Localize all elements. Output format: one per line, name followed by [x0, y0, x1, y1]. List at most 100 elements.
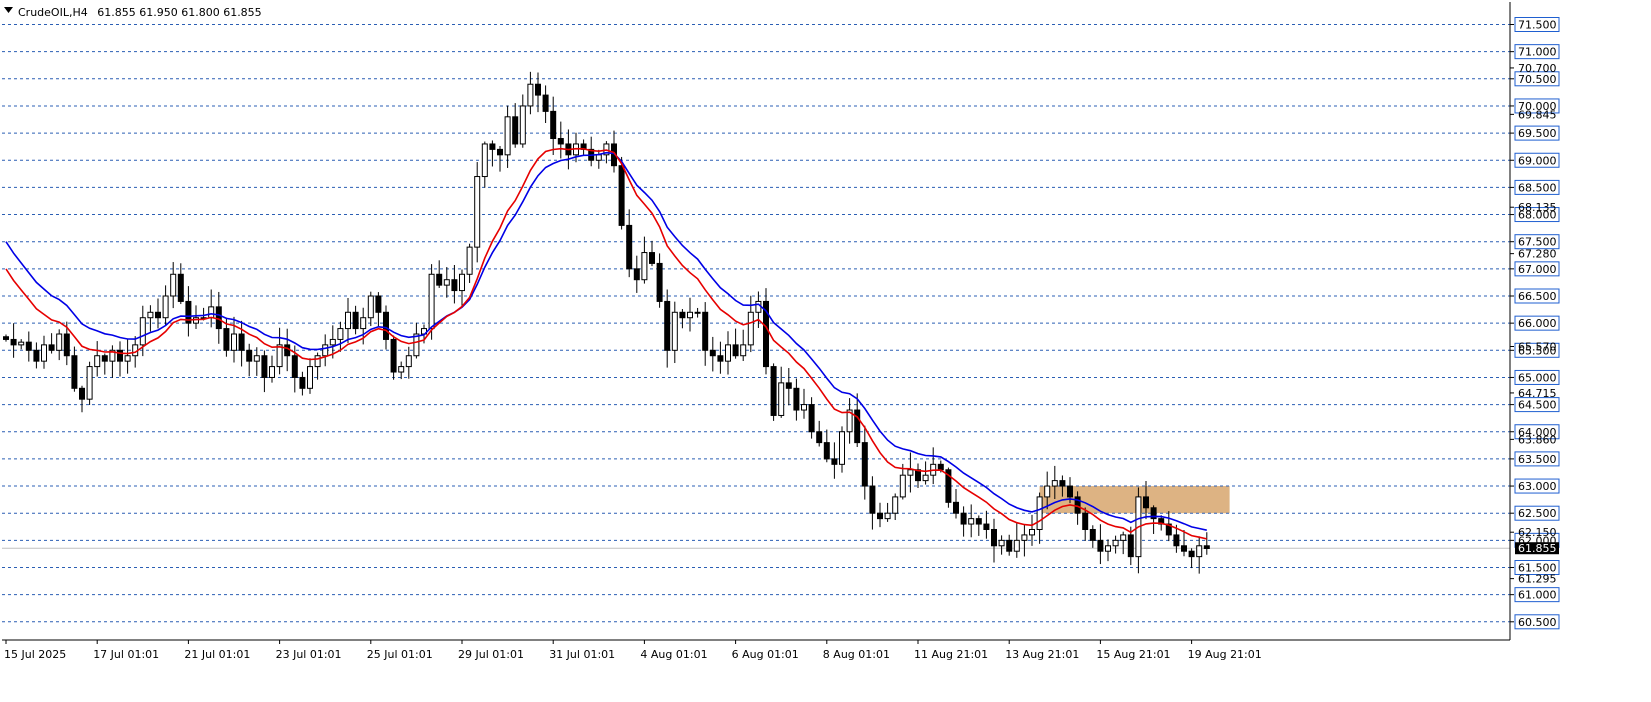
candle-bear	[155, 311, 161, 319]
time-label: 31 Jul 01:01	[549, 648, 615, 661]
candle-bear	[71, 355, 78, 389]
price-label-minor: 63.860	[1518, 433, 1557, 446]
candle-bear	[953, 501, 959, 514]
candle-bear	[284, 344, 291, 357]
price-chart[interactable]: 71.50071.00070.50070.00069.50069.00068.5…	[0, 0, 1651, 702]
candle-bull	[208, 306, 215, 319]
candle-bull	[1105, 545, 1111, 552]
price-label-minor: 68.135	[1518, 201, 1557, 214]
candle-bull	[907, 469, 914, 476]
candle-bear	[215, 306, 222, 330]
candle-bull	[18, 341, 25, 346]
candle-bull	[747, 311, 754, 346]
candle-bull	[329, 338, 336, 346]
time-label: 13 Aug 21:01	[1005, 648, 1079, 661]
candle-bear	[937, 463, 944, 471]
candle-bull	[269, 366, 275, 378]
grid-lines	[2, 24, 1510, 623]
time-label: 11 Aug 21:01	[914, 648, 988, 661]
candle-bear	[25, 341, 32, 351]
candle-bull	[694, 311, 701, 314]
candle-bear	[626, 224, 633, 270]
candle-bull	[755, 300, 762, 313]
candle-bull	[459, 273, 465, 292]
time-label: 25 Jul 01:01	[367, 648, 433, 661]
candle-bear	[960, 512, 967, 525]
ma-fast-line	[5, 147, 1207, 540]
candle-bear	[542, 94, 549, 112]
candle-bull	[276, 344, 283, 368]
candle-bull	[1112, 539, 1119, 547]
candle-bear	[1059, 480, 1066, 487]
candle-bear	[1006, 539, 1013, 552]
candle-bull	[671, 311, 678, 351]
candle-bear	[1181, 545, 1187, 552]
candle-bear	[101, 355, 108, 362]
symbol-menu-icon[interactable]	[4, 7, 13, 13]
candle-bear	[633, 268, 640, 281]
candle-bull	[398, 366, 405, 373]
candle-bear	[1203, 545, 1210, 549]
price-label: 60.500	[1518, 616, 1557, 629]
price-label-minor: 61.295	[1518, 573, 1557, 586]
price-label: 62.500	[1518, 507, 1557, 520]
candle-bull	[519, 105, 526, 145]
candle-bear	[3, 336, 9, 340]
candle-bull	[839, 431, 845, 465]
price-label-minor: 67.280	[1518, 248, 1557, 261]
candle-bull	[998, 539, 1005, 547]
candle-bear	[709, 349, 716, 357]
candle-bear	[793, 387, 800, 411]
moving-averages	[5, 147, 1207, 540]
candle-bear	[557, 138, 564, 145]
candle-bear	[223, 328, 230, 351]
candle-bull	[367, 295, 374, 319]
candle-bear	[512, 116, 519, 145]
candle-bear	[1097, 539, 1104, 552]
candle-bull	[801, 404, 807, 411]
price-label-minor: 64.715	[1518, 387, 1557, 400]
candle-bull	[466, 246, 473, 275]
candle-bull	[778, 382, 785, 416]
candle-bull	[337, 328, 344, 340]
candle-bear	[664, 300, 671, 351]
candle-bull	[481, 143, 488, 178]
candle-bear	[390, 338, 397, 373]
candle-bear	[816, 431, 823, 444]
candle-bull	[345, 311, 351, 330]
time-label: 17 Jul 01:01	[93, 648, 159, 661]
candle-bull	[428, 273, 435, 330]
candle-bear	[352, 311, 359, 330]
candle-bull	[1036, 496, 1043, 530]
candle-bull	[1029, 528, 1035, 536]
price-label: 71.000	[1518, 46, 1557, 59]
candle-bear	[299, 376, 306, 389]
price-label: 67.000	[1518, 263, 1557, 276]
price-axis: 71.50071.00070.50070.00069.50069.00068.5…	[1510, 17, 1560, 630]
candle-bull	[474, 176, 481, 248]
candle-bull	[94, 355, 101, 368]
candle-bull	[86, 366, 93, 400]
candle-bear	[861, 442, 868, 487]
candle-bull	[41, 344, 47, 362]
candle-bear	[383, 311, 389, 340]
candle-bear	[1082, 512, 1089, 530]
svg-text:CrudeOIL,H4 61.855 61.95: CrudeOIL,H4 61.855 61.950 61.800 61.855	[18, 6, 262, 19]
candle-bear	[831, 458, 838, 465]
price-label: 63.000	[1518, 480, 1557, 493]
candle-bear	[869, 485, 876, 514]
candle-bear	[983, 523, 990, 530]
candle-bull	[899, 474, 906, 498]
chart-header: CrudeOIL,H4 61.855 61.950 61.800 61.855	[4, 6, 262, 19]
time-label: 23 Jul 01:01	[276, 648, 342, 661]
price-label: 63.500	[1518, 453, 1557, 466]
time-label: 19 Aug 21:01	[1188, 648, 1262, 661]
candle-bear	[497, 148, 503, 156]
candle-bull	[139, 317, 146, 346]
candle-bull	[527, 83, 534, 107]
candle-bear	[785, 382, 792, 389]
price-label-minor: 62.150	[1518, 526, 1557, 539]
price-label: 64.500	[1518, 399, 1557, 412]
candle-bull	[162, 295, 169, 319]
candle-bear	[808, 404, 815, 433]
